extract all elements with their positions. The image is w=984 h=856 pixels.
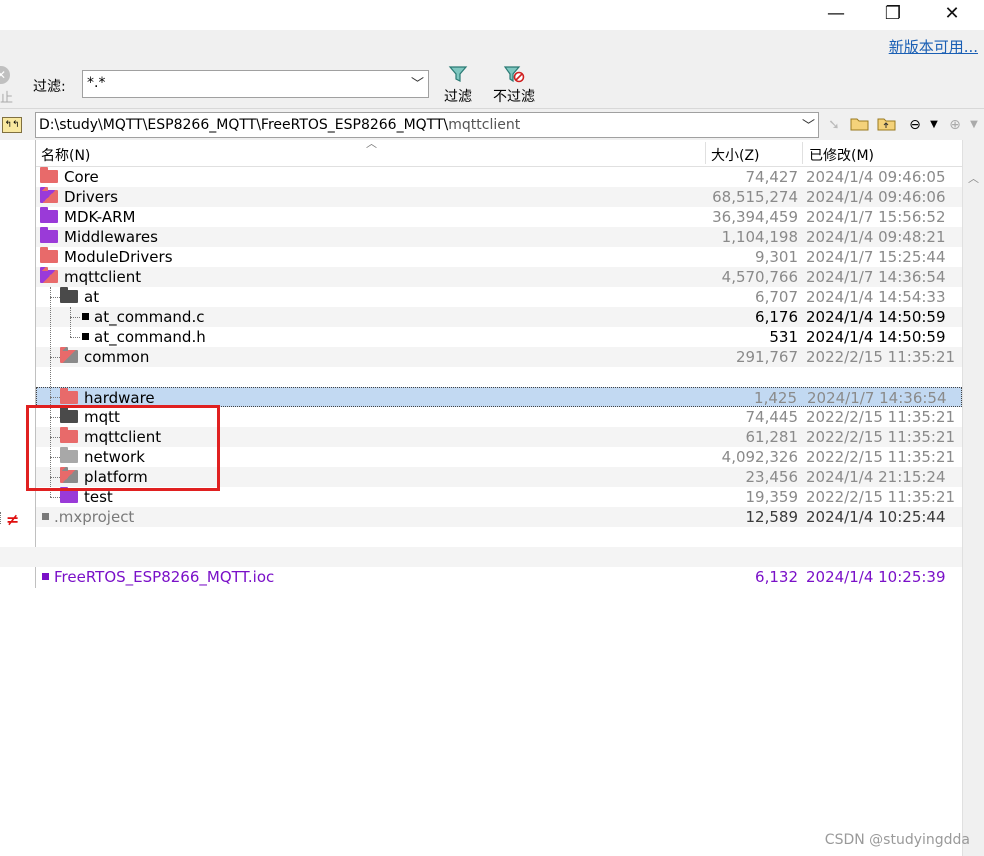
list-item[interactable]: at_command.c 6,176 2024/1/4 14:50:59	[36, 307, 962, 327]
folder-icon	[40, 167, 58, 183]
path-bar: ↰↰ D:\study\MQTT\ESP8266_MQTT\FreeRTOS_E…	[0, 108, 984, 140]
tree-line	[50, 357, 60, 358]
column-separator[interactable]	[705, 142, 706, 164]
tree-line	[70, 337, 80, 338]
funnel-off-icon	[488, 64, 540, 86]
tree-line	[50, 397, 60, 398]
annotation-highlight-box	[26, 405, 220, 491]
column-name[interactable]: 名称(N)	[41, 145, 90, 165]
folder-icon	[40, 187, 58, 203]
open-folder-icon	[40, 267, 58, 283]
folder-icon	[40, 227, 58, 243]
list-item[interactable]: at 6,707 2024/1/4 14:54:33	[36, 287, 962, 307]
filter-value: *.*	[87, 75, 106, 91]
path-input[interactable]: D:\study\MQTT\ESP8266_MQTT\FreeRTOS_ESP8…	[35, 112, 819, 138]
path-value: D:\study\MQTT\ESP8266_MQTT\FreeRTOS_ESP8…	[39, 117, 521, 133]
go-arrow-icon[interactable]: ➘	[824, 116, 844, 134]
open-folder-icon	[60, 287, 78, 303]
column-size[interactable]: 大小(Z)	[711, 145, 760, 165]
watermark: CSDN @studyingdda	[824, 832, 970, 848]
vertical-scrollbar[interactable]: ︿	[962, 140, 984, 856]
file-icon	[82, 313, 89, 320]
filter-button-label: 过滤	[444, 89, 472, 105]
list-item[interactable]: ModuleDrivers 9,301 2024/1/7 15:25:44	[36, 247, 962, 267]
sort-ascending-icon: ︿	[366, 137, 377, 150]
forward-icon[interactable]: ⊕	[945, 116, 965, 134]
tree-line	[70, 307, 71, 337]
list-item[interactable]: FreeRTOS_ESP8266_MQTT.ioc 6,132 2024/1/4 …	[36, 567, 962, 587]
filter-input[interactable]: *.* ﹀	[82, 70, 429, 98]
folder-icon	[40, 207, 58, 223]
file-list: ︿ 名称(N) 大小(Z) 已修改(M) Core 74,427 2024/1/4…	[0, 137, 962, 856]
forward-dropdown-icon[interactable]: ▼	[964, 116, 984, 134]
file-icon	[82, 333, 89, 340]
list-item[interactable]: mqttclient 4,570,766 2024/1/7 14:36:54	[36, 267, 962, 287]
toolbar: ✕ 止 过滤: *.* ﹀ 过滤 不过滤	[0, 60, 984, 108]
diff-marker-icon: ≠	[6, 510, 20, 529]
column-separator[interactable]	[802, 142, 803, 164]
tree-line	[0, 512, 3, 524]
back-dropdown-icon[interactable]: ▼	[924, 116, 944, 134]
title-bar: — ❐ ✕	[0, 0, 984, 30]
list-item[interactable]: Core 74,427 2024/1/4 09:46:05	[36, 167, 962, 187]
no-filter-button-label: 不过滤	[493, 89, 535, 105]
chevron-down-icon[interactable]: ﹀	[411, 73, 424, 92]
list-item[interactable]: Middlewares 1,104,198 2024/1/4 09:48:21	[36, 227, 962, 247]
tree-line	[50, 297, 60, 298]
folder-icon	[60, 487, 78, 503]
list-item[interactable]: at_command.h 531 2024/1/4 14:50:59	[36, 327, 962, 347]
back-icon[interactable]: ⊖	[905, 116, 925, 134]
empty-row	[36, 367, 962, 387]
list-item-selected[interactable]: hardware 1,425 2024/1/7 14:36:54	[36, 387, 962, 407]
list-item[interactable]: Drivers 68,515,274 2024/1/4 09:46:06	[36, 187, 962, 207]
tree-line	[70, 317, 80, 318]
filter-label: 过滤:	[33, 79, 66, 95]
list-item[interactable]: common 291,767 2022/2/15 11:35:21	[36, 347, 962, 367]
list-item[interactable]: .mxproject 12,589 2024/1/4 10:25:44	[36, 507, 962, 527]
list-item[interactable]: MDK-ARM 36,394,459 2024/1/7 15:56:52	[36, 207, 962, 227]
empty-row	[0, 547, 962, 567]
folder-icon	[60, 388, 78, 404]
column-modified[interactable]: 已修改(M)	[809, 145, 874, 165]
folder-icon	[40, 247, 58, 263]
file-icon	[42, 573, 49, 580]
parent-folder-icon[interactable]	[877, 116, 897, 134]
update-row: 新版本可用...	[0, 30, 984, 60]
tree-line	[50, 497, 60, 498]
maximize-button[interactable]: ❐	[869, 0, 917, 30]
minimize-button[interactable]: —	[812, 0, 860, 30]
folder-icon	[60, 347, 78, 363]
stop-label: 止	[0, 91, 14, 106]
new-version-link[interactable]: 新版本可用...	[889, 36, 978, 57]
stop-icon[interactable]: ✕	[0, 66, 10, 84]
scroll-up-icon[interactable]: ︿	[968, 170, 979, 186]
close-button[interactable]: ✕	[928, 0, 976, 30]
file-icon	[42, 513, 49, 520]
chevron-down-icon[interactable]: ﹀	[802, 115, 815, 134]
filter-button[interactable]: 过滤	[440, 64, 476, 106]
column-header: ︿ 名称(N) 大小(Z) 已修改(M)	[36, 137, 962, 167]
funnel-icon	[440, 64, 476, 86]
up-folder-icon[interactable]: ↰↰	[2, 117, 22, 133]
no-filter-button[interactable]: 不过滤	[488, 64, 540, 106]
open-folder-icon[interactable]	[850, 116, 870, 134]
